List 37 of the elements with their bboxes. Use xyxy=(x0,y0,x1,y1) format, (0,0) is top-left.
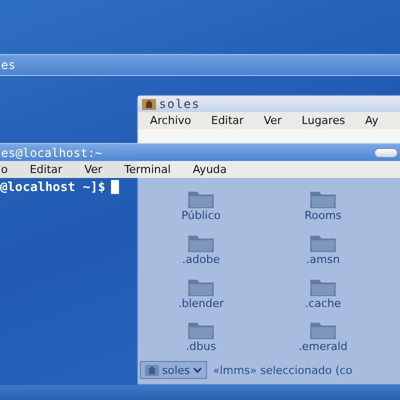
folder-icon[interactable] xyxy=(186,189,216,209)
home-folder-icon xyxy=(145,364,159,376)
home-folder-icon xyxy=(142,98,156,110)
folder-icon[interactable] xyxy=(186,276,216,296)
caret-icon xyxy=(193,367,202,373)
folder-icon[interactable] xyxy=(308,320,338,340)
folder-icon[interactable] xyxy=(308,189,338,209)
menu-item[interactable]: Ay xyxy=(365,114,378,127)
window-title: es xyxy=(1,58,16,72)
folder-name[interactable]: .amsn xyxy=(306,252,340,266)
folder-icon[interactable] xyxy=(186,232,216,253)
window-title: soles xyxy=(159,97,200,111)
window-title: es@localhost:~ xyxy=(1,146,102,160)
folder-name[interactable]: .cache xyxy=(304,296,342,310)
location-dropdown[interactable]: soles xyxy=(140,361,208,379)
folder-name[interactable]: .dbus xyxy=(186,340,216,354)
minimize-button[interactable] xyxy=(374,148,398,158)
folder-name[interactable]: .emerald xyxy=(298,340,348,354)
status-text: «lmms» seleccionado (co xyxy=(213,364,352,376)
menu-item[interactable]: Ver xyxy=(84,163,102,176)
menu-item[interactable]: Ayuda xyxy=(192,163,227,176)
menu-item[interactable]: Lugares xyxy=(302,114,346,127)
folder-name[interactable]: Público xyxy=(181,209,221,222)
menu-item[interactable]: Archivo xyxy=(150,114,192,127)
menu-item[interactable]: o xyxy=(1,163,8,176)
folder-icon[interactable] xyxy=(308,232,338,253)
menu-item[interactable]: Editar xyxy=(30,163,62,176)
folder-name[interactable]: .adobe xyxy=(182,252,220,266)
menu-item[interactable]: Editar xyxy=(211,114,244,127)
folder-icon[interactable] xyxy=(186,320,216,340)
folder-name[interactable]: Rooms xyxy=(304,209,342,222)
menu-item[interactable]: Terminal xyxy=(124,163,171,176)
folder-icon[interactable] xyxy=(308,276,338,296)
text-cursor xyxy=(111,180,120,194)
menu-item[interactable]: Ver xyxy=(264,114,282,127)
folder-name[interactable]: .blender xyxy=(178,296,224,310)
shell-prompt: @localhost ~]$ xyxy=(0,179,106,194)
